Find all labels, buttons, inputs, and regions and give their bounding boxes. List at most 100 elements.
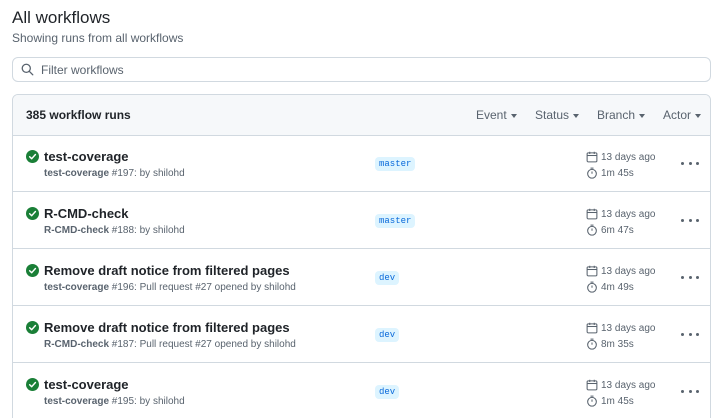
- filter-workflows-box[interactable]: [12, 57, 711, 82]
- run-workflow-name: test-coverage: [44, 282, 110, 293]
- run-date: 13 days ago: [586, 151, 656, 163]
- calendar-icon: [586, 208, 598, 220]
- workflow-run-row[interactable]: R-CMD-check R-CMD-check #188: by shilohd…: [13, 193, 710, 249]
- kebab-icon: [681, 389, 684, 393]
- run-duration: 6m 47s: [586, 224, 634, 236]
- actor-filter-dropdown[interactable]: Actor: [663, 108, 702, 122]
- page-subtitle: Showing runs from all workflows: [12, 31, 184, 45]
- kebab-icon: [688, 389, 692, 393]
- more-options-button[interactable]: [681, 156, 699, 170]
- success-check-icon: [26, 207, 39, 220]
- kebab-icon: [688, 332, 692, 336]
- page-title: All workflows: [12, 8, 111, 27]
- kebab-icon: [696, 275, 699, 279]
- run-meta-detail: #196: Pull request #27 opened by shilohd: [109, 282, 296, 293]
- actor-filter-label: Actor: [663, 108, 692, 122]
- run-title-link[interactable]: test-coverage: [44, 377, 129, 392]
- branch-filter-label: Branch: [597, 108, 636, 122]
- run-meta-detail: #187: Pull request #27 opened by shilohd: [109, 339, 296, 350]
- run-duration-text: 6m 47s: [601, 224, 634, 236]
- kebab-icon: [681, 161, 684, 165]
- success-check-icon: [26, 150, 39, 163]
- success-check-icon: [26, 321, 39, 334]
- kebab-icon: [681, 332, 684, 336]
- filter-workflows-input[interactable]: [41, 62, 681, 77]
- workflow-run-row[interactable]: test-coverage test-coverage #195: by shi…: [13, 364, 710, 418]
- stopwatch-icon: [587, 338, 597, 350]
- workflow-run-row[interactable]: test-coverage test-coverage #197: by shi…: [13, 136, 710, 192]
- success-check-icon: [26, 378, 39, 391]
- run-duration: 1m 45s: [586, 395, 634, 407]
- runs-count: 385 workflow runs: [26, 108, 131, 122]
- calendar-icon: [586, 379, 598, 391]
- run-meta: R-CMD-check #188: by shilohd: [44, 225, 185, 236]
- calendar-icon: [586, 322, 598, 334]
- run-workflow-name: test-coverage: [44, 396, 110, 407]
- run-duration-text: 8m 35s: [601, 338, 634, 350]
- run-title-link[interactable]: test-coverage: [44, 149, 129, 164]
- run-date-text: 13 days ago: [601, 265, 656, 277]
- calendar-icon: [586, 151, 598, 163]
- run-workflow-name: test-coverage: [44, 168, 110, 179]
- more-options-button[interactable]: [681, 213, 699, 227]
- kebab-icon: [696, 389, 699, 393]
- stopwatch-icon: [587, 224, 597, 236]
- branch-tag[interactable]: master: [375, 157, 416, 171]
- run-date: 13 days ago: [586, 208, 656, 220]
- status-filter-label: Status: [535, 108, 570, 122]
- run-duration: 8m 35s: [586, 338, 634, 350]
- run-date: 13 days ago: [586, 265, 656, 277]
- workflow-run-row[interactable]: Remove draft notice from filtered pages …: [13, 307, 710, 363]
- run-date: 13 days ago: [586, 322, 656, 334]
- kebab-icon: [696, 218, 699, 222]
- run-workflow-name: R-CMD-check: [44, 225, 110, 236]
- more-options-button[interactable]: [681, 327, 699, 341]
- run-meta: R-CMD-check #187: Pull request #27 opene…: [44, 339, 296, 350]
- event-filter-label: Event: [476, 108, 507, 122]
- caret-down-icon: [573, 113, 580, 118]
- kebab-icon: [696, 332, 699, 336]
- run-meta-detail: #188: by shilohd: [109, 225, 185, 236]
- run-date-text: 13 days ago: [601, 322, 656, 334]
- kebab-icon: [688, 161, 692, 165]
- run-meta-detail: #197: by shilohd: [109, 168, 185, 179]
- run-duration: 1m 45s: [586, 167, 634, 179]
- success-check-icon: [26, 264, 39, 277]
- run-meta: test-coverage #195: by shilohd: [44, 396, 185, 407]
- more-options-button[interactable]: [681, 270, 699, 284]
- run-duration-text: 1m 45s: [601, 395, 634, 407]
- branch-filter-dropdown[interactable]: Branch: [597, 108, 646, 122]
- search-icon: [21, 63, 34, 76]
- run-date-text: 13 days ago: [601, 208, 656, 220]
- branch-tag[interactable]: dev: [375, 271, 400, 285]
- run-duration-text: 1m 45s: [601, 167, 634, 179]
- run-meta: test-coverage #196: Pull request #27 ope…: [44, 282, 296, 293]
- branch-tag[interactable]: dev: [375, 328, 400, 342]
- run-title-link[interactable]: Remove draft notice from filtered pages: [44, 263, 290, 278]
- caret-down-icon: [695, 113, 702, 118]
- runs-list-header: 385 workflow runs Event Status Branch Ac…: [13, 95, 710, 136]
- run-title-link[interactable]: R-CMD-check: [44, 206, 129, 221]
- run-duration-text: 4m 49s: [601, 281, 634, 293]
- stopwatch-icon: [587, 395, 597, 407]
- workflow-run-row[interactable]: Remove draft notice from filtered pages …: [13, 250, 710, 306]
- kebab-icon: [696, 161, 699, 165]
- caret-down-icon: [639, 113, 646, 118]
- branch-tag[interactable]: master: [375, 214, 416, 228]
- status-filter-dropdown[interactable]: Status: [535, 108, 580, 122]
- stopwatch-icon: [587, 167, 597, 179]
- more-options-button[interactable]: [681, 384, 699, 398]
- run-date: 13 days ago: [586, 379, 656, 391]
- caret-down-icon: [510, 113, 517, 118]
- run-meta: test-coverage #197: by shilohd: [44, 168, 185, 179]
- run-title-link[interactable]: Remove draft notice from filtered pages: [44, 320, 290, 335]
- run-date-text: 13 days ago: [601, 151, 656, 163]
- branch-tag[interactable]: dev: [375, 385, 400, 399]
- kebab-icon: [688, 275, 692, 279]
- event-filter-dropdown[interactable]: Event: [476, 108, 517, 122]
- run-date-text: 13 days ago: [601, 379, 656, 391]
- kebab-icon: [681, 275, 684, 279]
- run-meta-detail: #195: by shilohd: [109, 396, 185, 407]
- workflow-runs-list: 385 workflow runs Event Status Branch Ac…: [12, 94, 711, 418]
- kebab-icon: [688, 218, 692, 222]
